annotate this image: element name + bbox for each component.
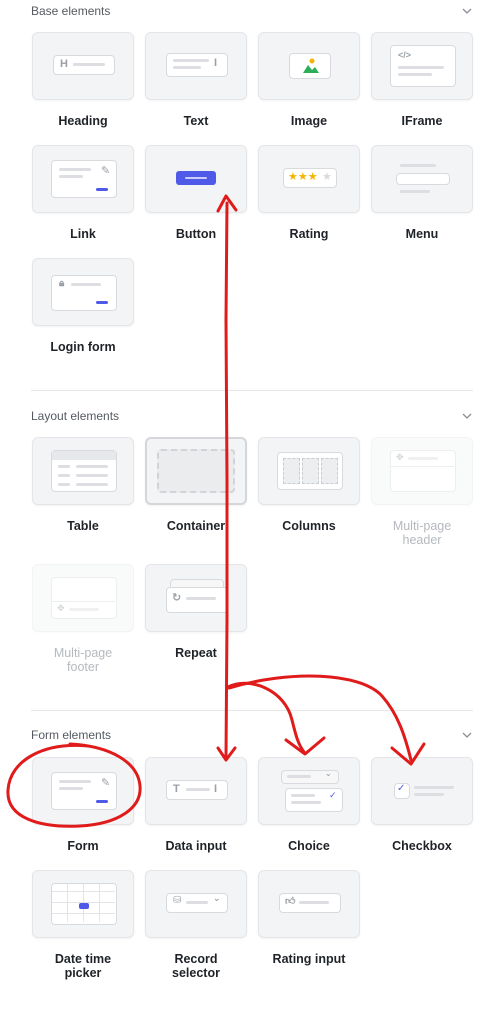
element-label: Repeat <box>175 646 217 660</box>
link-thumbnail: ✎ <box>32 145 134 213</box>
element-label: Table <box>67 519 99 533</box>
rating-input-thumbnail: 👍︎ <box>258 870 360 938</box>
data-input-thumbnail: T I <box>145 757 247 825</box>
element-label: Container <box>166 519 226 533</box>
element-button[interactable]: Button <box>145 145 247 241</box>
element-image[interactable]: Image <box>258 32 360 128</box>
pencil-icon: ✎ <box>101 165 111 177</box>
element-text[interactable]: I Text <box>145 32 247 128</box>
annotation-curve-checkbox <box>227 674 413 762</box>
multipage-header-thumbnail: ✥ <box>371 437 473 505</box>
element-link[interactable]: ✎ Link <box>32 145 134 241</box>
element-label: Link <box>70 227 96 241</box>
lock-icon: 🔒︎ <box>59 278 65 289</box>
element-form[interactable]: ✎ Form <box>32 757 134 853</box>
repeat-icon: ↻ <box>172 592 182 604</box>
chevron-down-icon: ⌄ <box>325 769 332 778</box>
thumbs-up-icon: 👍︎ <box>285 896 296 907</box>
element-label: Multi-page footer <box>53 646 113 674</box>
date-time-picker-thumbnail <box>32 870 134 938</box>
form-thumbnail: ✎ <box>32 757 134 825</box>
star-icon: ★★★ <box>288 171 318 183</box>
login-form-thumbnail: 🔒︎ <box>32 258 134 326</box>
table-thumbnail <box>32 437 134 505</box>
element-iframe[interactable]: </> IFrame <box>371 32 473 128</box>
section-title-layout: Layout elements <box>31 409 120 423</box>
element-rating-input[interactable]: 👍︎ Rating input <box>258 870 360 966</box>
element-label: Multi-page header <box>392 519 452 547</box>
element-multipage-header: ✥ Multi-page header <box>371 437 473 547</box>
element-container[interactable]: Container <box>145 437 247 533</box>
element-table[interactable]: Table <box>32 437 134 533</box>
element-login-form[interactable]: 🔒︎ Login form <box>32 258 134 354</box>
element-label: Record selector <box>172 952 220 980</box>
element-label: Columns <box>282 519 336 533</box>
multipage-footer-thumbnail: ✥ <box>32 564 134 632</box>
checkbox-thumbnail: ✓ <box>371 757 473 825</box>
chevron-down-icon[interactable] <box>461 410 473 422</box>
element-record-selector[interactable]: ⛁ ⌄ Record selector <box>145 870 247 980</box>
element-label: Button <box>175 227 217 241</box>
check-icon: ✓ <box>397 783 406 794</box>
element-columns[interactable]: Columns <box>258 437 360 533</box>
element-choice[interactable]: ⌄ ✓ Choice <box>258 757 360 853</box>
element-label: Checkbox <box>392 839 452 853</box>
code-icon: </> <box>398 50 412 60</box>
section-header-form[interactable]: Form elements <box>31 725 473 745</box>
check-icon: ✓ <box>329 790 337 800</box>
text-cursor-icon: I <box>214 57 218 69</box>
element-label: Form <box>67 839 99 853</box>
text-thumbnail: I <box>145 32 247 100</box>
choice-thumbnail: ⌄ ✓ <box>258 757 360 825</box>
section-title-form: Form elements <box>31 728 112 742</box>
element-menu[interactable]: Menu <box>371 145 473 241</box>
rating-thumbnail: ★★★ ★ <box>258 145 360 213</box>
element-label: Menu <box>405 227 439 241</box>
element-label: IFrame <box>401 114 443 128</box>
element-checkbox[interactable]: ✓ Checkbox <box>371 757 473 853</box>
element-label: Login form <box>50 340 116 354</box>
element-multipage-footer: ✥ Multi-page footer <box>32 564 134 674</box>
element-label: Date time picker <box>54 952 112 980</box>
section-divider <box>31 710 473 711</box>
menu-thumbnail <box>371 145 473 213</box>
move-icon: ✥ <box>396 452 404 462</box>
element-label: Rating input <box>272 952 346 966</box>
element-label: Data input <box>165 839 227 853</box>
chevron-down-icon[interactable] <box>461 729 473 741</box>
record-selector-thumbnail: ⛁ ⌄ <box>145 870 247 938</box>
columns-thumbnail <box>258 437 360 505</box>
element-rating[interactable]: ★★★ ★ Rating <box>258 145 360 241</box>
text-icon: T <box>173 783 180 795</box>
iframe-thumbnail: </> <box>371 32 473 100</box>
element-label: Image <box>290 114 328 128</box>
database-icon: ⛁ <box>173 895 182 906</box>
section-divider <box>31 390 473 391</box>
image-thumbnail <box>258 32 360 100</box>
text-cursor-icon: I <box>214 783 218 795</box>
element-heading[interactable]: H Heading <box>32 32 134 128</box>
star-empty-icon: ★ <box>322 171 332 183</box>
chevron-down-icon: ⌄ <box>213 893 221 903</box>
repeat-thumbnail: ↻ <box>145 564 247 632</box>
heading-thumbnail: H <box>32 32 134 100</box>
section-title-base: Base elements <box>31 4 111 18</box>
element-label: Rating <box>289 227 329 241</box>
element-repeat[interactable]: ↻ Repeat <box>145 564 247 660</box>
section-header-base[interactable]: Base elements <box>31 1 473 21</box>
section-header-layout[interactable]: Layout elements <box>31 406 473 426</box>
element-label: Heading <box>58 114 108 128</box>
element-label: Choice <box>288 839 330 853</box>
container-thumbnail <box>145 437 247 505</box>
chevron-down-icon[interactable] <box>461 5 473 17</box>
heading-icon: H <box>60 58 68 70</box>
button-thumbnail <box>145 145 247 213</box>
element-label: Text <box>183 114 209 128</box>
element-data-input[interactable]: T I Data input <box>145 757 247 853</box>
move-icon: ✥ <box>57 603 65 613</box>
element-date-time-picker[interactable]: Date time picker <box>32 870 134 980</box>
pencil-icon: ✎ <box>101 777 111 789</box>
image-icon <box>289 53 331 79</box>
